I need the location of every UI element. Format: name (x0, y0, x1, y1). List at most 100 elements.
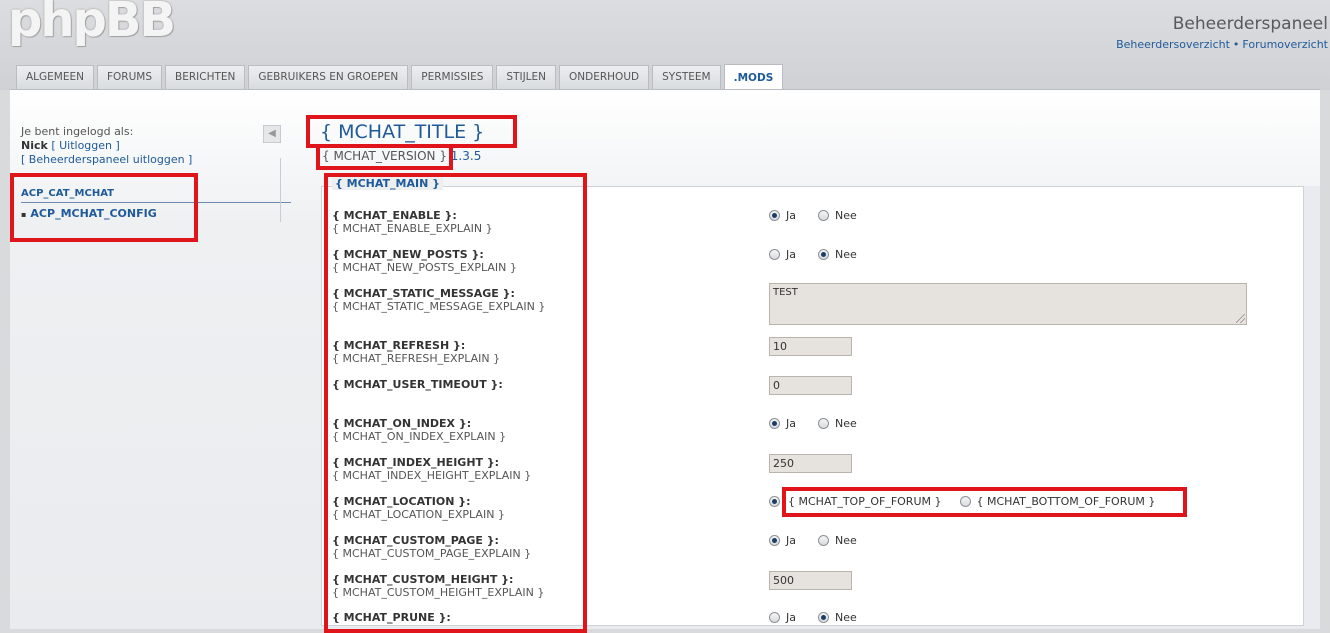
radio-label: Ja (786, 248, 796, 261)
static-message-textarea[interactable]: TEST (769, 283, 1247, 325)
radio-label: Nee (835, 209, 857, 222)
setting-title: { MCHAT_CUSTOM_PAGE }: (332, 534, 499, 547)
tab-onderhoud[interactable]: ONDERHOUD (559, 65, 650, 89)
setting-label-refresh: { MCHAT_REFRESH }: { MCHAT_REFRESH_EXPLA… (332, 339, 500, 365)
tab-berichten[interactable]: BERICHTEN (165, 65, 246, 89)
custom-page-radio-group: Ja Nee (769, 534, 879, 547)
prune-yes-radio[interactable] (769, 612, 780, 623)
enable-yes-radio[interactable] (769, 210, 780, 221)
tab-algemeen[interactable]: ALGEMEEN (16, 65, 94, 89)
setting-label-location: { MCHAT_LOCATION }: { MCHAT_LOCATION_EXP… (332, 495, 505, 521)
custom-page-yes-radio[interactable] (769, 535, 780, 546)
resize-grip-icon[interactable] (1236, 314, 1245, 323)
setting-explain: { MCHAT_INDEX_HEIGHT_EXPLAIN } (332, 469, 532, 482)
index-height-input[interactable]: 250 (769, 454, 852, 473)
admin-logout-link[interactable]: [ Beheerderspaneel uitloggen ] (21, 153, 192, 166)
setting-title: { MCHAT_INDEX_HEIGHT }: (332, 456, 500, 469)
sidebar-category: ACP_CAT_MCHAT (21, 188, 291, 203)
setting-title: { MCHAT_REFRESH }: (332, 339, 466, 352)
new-posts-yes-radio[interactable] (769, 249, 780, 260)
setting-explain: { MCHAT_STATIC_MESSAGE_EXPLAIN } (332, 300, 546, 313)
sidebar: Je bent ingelogd als: Nick [ Uitloggen ]… (21, 125, 291, 220)
version-label: { MCHAT_VERSION } (322, 149, 447, 163)
page-title: { MCHAT_TITLE } (320, 121, 485, 143)
version-number: 1.3.5 (450, 149, 482, 163)
setting-explain: { MCHAT_LOCATION_EXPLAIN } (332, 508, 505, 521)
radio-label: Nee (835, 534, 857, 547)
version-line: { MCHAT_VERSION } 1.3.5 (322, 149, 481, 163)
panel-links: Beheerdersoverzicht • Forumoverzicht (1116, 38, 1328, 51)
tab-stijlen[interactable]: STIJLEN (496, 65, 557, 89)
location-radio-group: { MCHAT_TOP_OF_FORUM } { MCHAT_BOTTOM_OF… (769, 495, 1177, 508)
setting-title: { MCHAT_NEW_POSTS }: (332, 248, 484, 261)
fieldset-legend: { MCHAT_MAIN } (332, 177, 443, 190)
logout-link[interactable]: [ Uitloggen ] (51, 139, 120, 152)
location-bottom-radio[interactable] (959, 496, 971, 507)
username: Nick (21, 139, 48, 152)
tab-gebruikers-en-groepen[interactable]: GEBRUIKERS EN GROEPEN (248, 65, 409, 89)
setting-title: { MCHAT_LOCATION }: (332, 495, 471, 508)
setting-title: { MCHAT_STATIC_MESSAGE }: (332, 287, 515, 300)
user-timeout-input[interactable]: 0 (769, 376, 852, 395)
enable-radio-group: Ja Nee (769, 209, 879, 222)
setting-label-user-timeout: { MCHAT_USER_TIMEOUT }: (332, 378, 503, 391)
tab-forums[interactable]: FORUMS (97, 65, 163, 89)
setting-label-index-height: { MCHAT_INDEX_HEIGHT }: { MCHAT_INDEX_HE… (332, 456, 531, 482)
setting-title: { MCHAT_ON_INDEX }: (332, 417, 472, 430)
setting-label-static-message: { MCHAT_STATIC_MESSAGE }: { MCHAT_STATIC… (332, 287, 545, 313)
setting-label-prune: { MCHAT_PRUNE }: (332, 611, 451, 624)
custom-page-no-radio[interactable] (818, 535, 829, 546)
setting-label-custom-page: { MCHAT_CUSTOM_PAGE }: { MCHAT_CUSTOM_PA… (332, 534, 531, 560)
bullet-icon: ▪ (21, 210, 27, 219)
admin-overview-link[interactable]: Beheerdersoverzicht (1116, 38, 1230, 51)
on-index-yes-radio[interactable] (769, 418, 780, 429)
setting-explain: { MCHAT_CUSTOM_HEIGHT_EXPLAIN } (332, 586, 545, 599)
prune-radio-group: Ja Nee (769, 611, 879, 624)
link-separator: • (1232, 38, 1240, 51)
radio-label: Ja (786, 417, 796, 430)
prune-no-radio[interactable] (818, 612, 829, 623)
setting-title: { MCHAT_USER_TIMEOUT }: (332, 378, 503, 391)
sidebar-item-mchat-config[interactable]: ▪ ACP_MCHAT_CONFIG (21, 207, 157, 220)
setting-label-new-posts: { MCHAT_NEW_POSTS }: { MCHAT_NEW_POSTS_E… (332, 248, 517, 274)
radio-label: { MCHAT_TOP_OF_FORUM } (788, 495, 942, 508)
collapse-sidebar-icon[interactable]: ◀ (263, 125, 281, 143)
forum-overview-link[interactable]: Forumoverzicht (1242, 38, 1328, 51)
static-message-value: TEST (773, 287, 798, 298)
on-index-radio-group: Ja Nee (769, 417, 879, 430)
setting-explain: { MCHAT_ENABLE_EXPLAIN } (332, 222, 493, 235)
setting-title: { MCHAT_PRUNE }: (332, 611, 451, 624)
radio-label: { MCHAT_BOTTOM_OF_FORUM } (976, 495, 1156, 508)
logged-in-label: Je bent ingelogd als: (21, 125, 134, 138)
new-posts-radio-group: Ja Nee (769, 248, 879, 261)
radio-label: Nee (835, 611, 857, 624)
radio-label: Ja (786, 534, 796, 547)
tab-mods[interactable]: .MODS (723, 64, 784, 90)
setting-title: { MCHAT_ENABLE }: (332, 209, 457, 222)
radio-label: Nee (835, 417, 857, 430)
location-top-radio[interactable] (769, 496, 780, 507)
setting-explain: { MCHAT_CUSTOM_PAGE_EXPLAIN } (332, 547, 532, 560)
new-posts-no-radio[interactable] (818, 249, 829, 260)
tab-permissies[interactable]: PERMISSIES (411, 65, 494, 89)
panel-title: Beheerderspaneel (1172, 14, 1328, 34)
radio-label: Nee (835, 248, 857, 261)
radio-label: Ja (786, 611, 796, 624)
setting-label-enable: { MCHAT_ENABLE }: { MCHAT_ENABLE_EXPLAIN… (332, 209, 493, 235)
setting-explain: { MCHAT_REFRESH_EXPLAIN } (332, 352, 501, 365)
setting-title: { MCHAT_CUSTOM_HEIGHT }: (332, 573, 514, 586)
setting-label-custom-height: { MCHAT_CUSTOM_HEIGHT }: { MCHAT_CUSTOM_… (332, 573, 544, 599)
phpbb-logo[interactable]: phpBB (8, 0, 176, 48)
setting-label-on-index: { MCHAT_ON_INDEX }: { MCHAT_ON_INDEX_EXP… (332, 417, 506, 443)
login-info: Je bent ingelogd als: Nick [ Uitloggen ]… (21, 125, 291, 167)
custom-height-input[interactable]: 500 (769, 571, 852, 590)
sidebar-item-label: ACP_MCHAT_CONFIG (30, 207, 157, 220)
right-margin (1304, 186, 1320, 626)
refresh-input[interactable]: 10 (769, 337, 852, 356)
tab-systeem[interactable]: SYSTEEM (652, 65, 721, 89)
on-index-no-radio[interactable] (818, 418, 829, 429)
sidebar-divider (280, 158, 281, 222)
radio-label: Ja (786, 209, 796, 222)
setting-explain: { MCHAT_ON_INDEX_EXPLAIN } (332, 430, 507, 443)
enable-no-radio[interactable] (818, 210, 829, 221)
